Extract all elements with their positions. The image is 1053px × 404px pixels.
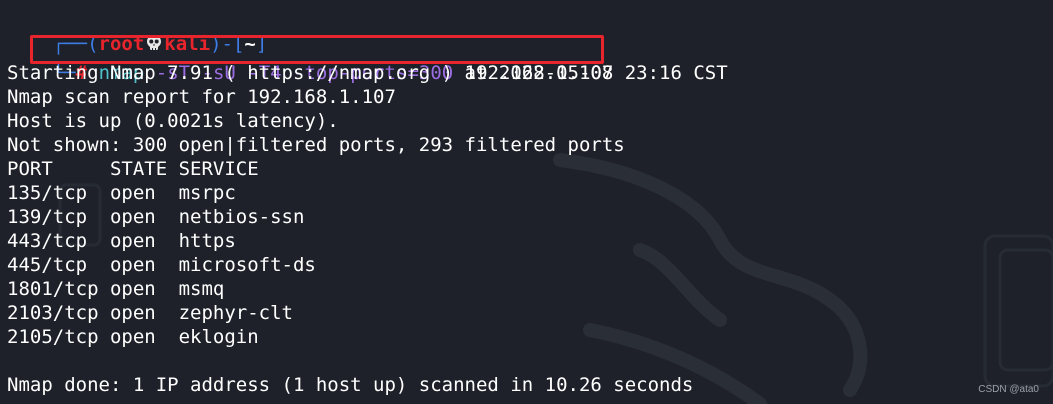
port-row: 135/tcp open msrpc xyxy=(7,182,236,204)
output-host-up: Host is up (0.0021s latency). xyxy=(7,110,339,132)
prompt-line: ┌──(root kali)-[~] xyxy=(7,8,268,55)
port-row: 2105/tcp open eklogin xyxy=(7,326,259,348)
csdn-credit: CSDN @ata0 xyxy=(978,384,1039,395)
output-start: Starting Nmap 7.91 ( https://nmap.org ) … xyxy=(7,62,728,84)
output-done: Nmap done: 1 IP address (1 host up) scan… xyxy=(7,374,694,396)
port-table-header: PORT STATE SERVICE xyxy=(7,158,259,180)
output-report: Nmap scan report for 192.168.1.107 xyxy=(7,86,396,108)
port-row: 2103/tcp open zephyr-clt xyxy=(7,302,293,324)
port-row: 139/tcp open netbios-ssn xyxy=(7,206,305,228)
command-highlight-box xyxy=(30,35,604,64)
port-row: 445/tcp open microsoft-ds xyxy=(7,254,316,276)
port-row: 1801/tcp open msmq xyxy=(7,278,225,300)
output-not-shown: Not shown: 300 open|filtered ports, 293 … xyxy=(7,134,625,156)
terminal-window[interactable]: ┌──(root kali)-[~] └─# nmap -sT -sU -T4 -… xyxy=(0,0,1053,404)
port-row: 443/tcp open https xyxy=(7,230,236,252)
